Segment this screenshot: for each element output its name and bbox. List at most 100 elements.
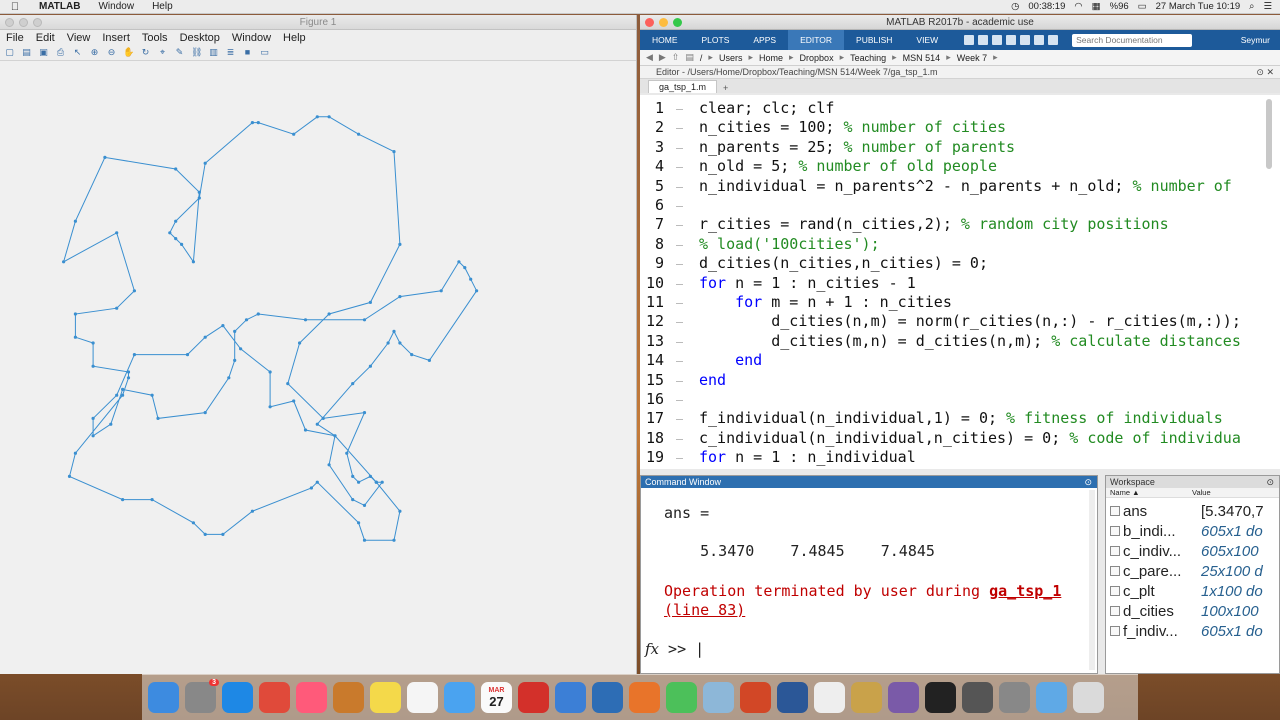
save-icon[interactable] [964,35,975,45]
figmenu-insert[interactable]: Insert [96,32,136,44]
matlab-titlebar[interactable]: MATLAB R2017b - academic use [640,15,1280,30]
opera-icon[interactable] [518,682,549,713]
code-line[interactable]: r_cities = rand(n_cities,2); % random ci… [699,215,1169,233]
minimize-button[interactable] [19,18,28,27]
code-line[interactable]: for n = 1 : n_cities - 1 [699,274,916,292]
column-name[interactable]: Name ▲ [1106,488,1192,497]
itunes-icon[interactable] [296,682,327,713]
figmenu-file[interactable]: File [0,32,30,44]
trash-icon[interactable] [1073,682,1104,713]
error-function-link[interactable]: ga_tsp_1 [989,582,1061,600]
tab-publish[interactable]: PUBLISH [844,30,904,50]
menu-list-icon[interactable]: ☰ [1263,1,1272,12]
breakpoint-marker[interactable] [676,225,683,227]
chrome-icon[interactable] [259,682,290,713]
code-line[interactable]: n_cities = 100; % number of cities [699,118,1006,136]
workspace-row[interactable]: c_pare... 25x100 d [1106,561,1271,581]
breakpoint-marker[interactable] [676,458,683,460]
code-line[interactable]: n_old = 5; % number of old people [699,157,997,175]
paste-icon[interactable] [1006,35,1017,45]
keynote-icon[interactable] [555,682,586,713]
menu-window[interactable]: Window [89,1,143,12]
tab-apps[interactable]: APPS [741,30,788,50]
code-line[interactable]: d_cities(n,m) = norm(r_cities(n,:) - r_c… [699,312,1241,330]
breakpoint-marker[interactable] [676,244,683,246]
new-tab-icon[interactable]: + [717,83,734,93]
quicktime-icon[interactable] [592,682,623,713]
breakpoint-marker[interactable] [676,109,683,110]
tab-plots[interactable]: PLOTS [690,30,742,50]
figmenu-help[interactable]: Help [277,32,312,44]
column-value[interactable]: Value [1192,488,1211,497]
books-icon[interactable] [333,682,364,713]
breakpoint-marker[interactable] [676,303,683,304]
code-line[interactable]: clear; clc; clf [699,99,834,117]
breakpoint-marker[interactable] [676,283,683,285]
panel-menu-icon[interactable]: ⊙ [1266,476,1274,488]
texmaker-icon[interactable] [962,682,993,713]
code-line[interactable]: for m = n + 1 : n_cities [699,293,952,311]
undo-icon[interactable] [1020,35,1031,45]
breakpoint-marker[interactable] [676,167,683,169]
code-line[interactable]: end [699,371,726,389]
figmenu-window[interactable]: Window [226,32,277,44]
safari-icon[interactable] [222,682,253,713]
code-line[interactable]: f_individual(n_individual,1) = 0; % fitn… [699,409,1223,427]
forward-arrow-icon[interactable]: ▶ [659,52,666,63]
tab-view[interactable]: VIEW [904,30,950,50]
breakpoint-marker[interactable] [676,400,683,401]
redo-icon[interactable] [1034,35,1045,45]
command-window[interactable]: Command Window ⊙ ans = 5.3470 7.4845 7.4… [640,475,1098,674]
finder-icon[interactable] [148,682,179,713]
zoom-button[interactable] [673,18,682,27]
code-line[interactable]: d_cities(m,n) = d_cities(n,m); % calcula… [699,332,1241,350]
file-tab[interactable]: ga_tsp_1.m [648,80,718,93]
code-line[interactable]: % load('100cities'); [699,235,880,253]
powerpoint-icon[interactable] [740,682,771,713]
battery-icon[interactable]: ▭ [1138,1,1147,12]
back-arrow-icon[interactable]: ◀ [646,52,653,63]
breakpoint-marker[interactable] [676,361,683,363]
code-line[interactable]: n_parents = 25; % number of parents [699,138,1015,156]
menu-help[interactable]: Help [143,1,182,12]
copy-icon[interactable] [992,35,1003,45]
brush-icon[interactable]: ✎ [174,47,185,58]
panel-menu-icon[interactable]: ⊙ [1084,476,1092,488]
close-editor-icon[interactable]: ⊙ ✕ [1256,66,1274,79]
launchpad-icon[interactable]: 3 [185,679,219,713]
close-button[interactable] [5,18,14,27]
figmenu-desktop[interactable]: Desktop [174,32,226,44]
tab-editor[interactable]: EDITOR [788,30,845,50]
minimize-button[interactable] [659,18,668,27]
workspace-row[interactable]: f_indiv... 605x1 do [1106,621,1271,641]
zoom-in-icon[interactable]: ⊕ [89,47,100,58]
pointer-icon[interactable]: ↖ [72,47,83,58]
dock-icon[interactable]: ▭ [259,47,270,58]
print-icon[interactable]: ⎙ [55,47,66,58]
word-icon[interactable] [777,682,808,713]
facetime-icon[interactable] [666,682,697,713]
breakpoint-marker[interactable] [676,341,683,343]
figmenu-view[interactable]: View [61,32,97,44]
search-icon[interactable]: ⌕ [1249,1,1254,12]
new-figure-icon[interactable]: ▢ [4,47,15,58]
figmenu-tools[interactable]: Tools [136,32,174,44]
figmenu-edit[interactable]: Edit [30,32,61,44]
tsp-route-plot[interactable] [0,62,637,674]
up-folder-icon[interactable]: ⇧ [672,52,680,63]
workspace-row[interactable]: d_cities 100x100 [1106,601,1271,621]
figure-titlebar[interactable]: Figure 1 [0,15,636,30]
path-crumb-root[interactable]: / [700,53,703,63]
code-line[interactable]: c_individual(n_individual,n_cities) = 0;… [699,429,1241,447]
workspace-row[interactable]: b_indi... 605x1 do [1106,521,1271,541]
system-prefs-icon[interactable] [999,682,1030,713]
reminders-icon[interactable] [407,682,438,713]
path-crumb-dropbox[interactable]: Dropbox [800,53,834,63]
command-prompt[interactable]: fx >> | [645,640,704,658]
tab-home[interactable]: HOME [640,30,690,50]
breakpoint-marker[interactable] [676,206,683,207]
zoom-button[interactable] [33,18,42,27]
archive-icon[interactable] [851,682,882,713]
function-browser-icon[interactable]: fx [645,640,659,658]
colorbar-icon[interactable]: ▥ [208,47,219,58]
